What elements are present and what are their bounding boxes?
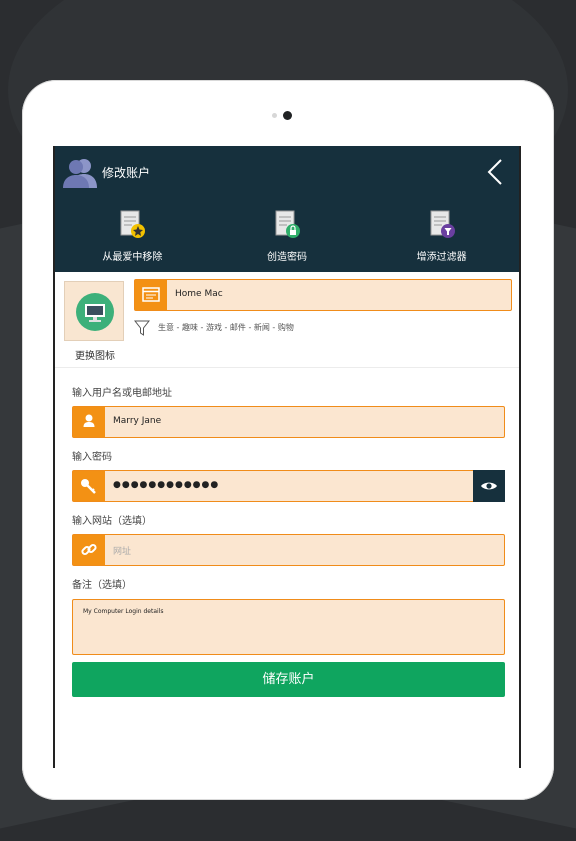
website-label: 输入网站（选填） [72,516,152,527]
toggle-password-visibility-button[interactable] [473,470,505,502]
account-name-prefix [135,280,167,310]
camera-dot [283,111,292,120]
add-filter-button[interactable]: 增添过滤器 [364,196,519,272]
back-chevron-icon[interactable] [485,158,505,186]
username-prefix [73,407,105,437]
filter-doc-icon [430,210,455,238]
window-icon [142,287,160,302]
sensor-dot [272,113,277,118]
add-filter-label: 增添过滤器 [416,252,467,263]
notes-value: My Computer Login details [83,608,164,615]
user-avatar-icon [63,159,97,188]
filter-funnel-icon [134,320,150,336]
password-value: ●●●●●●●●●●●● [113,480,220,490]
key-icon [81,479,96,494]
create-password-button[interactable]: 创造密码 [210,196,365,272]
password-field[interactable]: ●●●●●●●●●●●● [72,470,505,502]
account-name-value: Home Mac [175,289,223,299]
change-icon-label[interactable]: 更换图标 [64,347,126,362]
remove-favorite-button[interactable]: 从最爱中移除 [55,196,210,272]
header-top: 修改账户 [55,146,519,196]
link-icon [81,543,97,556]
section-divider [55,367,519,368]
filter-tags-text: 生意 - 趣味 - 游戏 - 邮件 - 新闻 - 购物 [158,323,294,332]
password-label: 输入密码 [72,452,112,463]
username-label: 输入用户名或电邮地址 [72,388,172,399]
account-icon-picker[interactable] [64,281,124,341]
website-placeholder: 网址 [113,547,132,557]
account-name-field[interactable]: Home Mac [134,279,512,311]
notes-textarea[interactable]: My Computer Login details [72,599,505,655]
website-prefix [73,535,105,565]
page-title: 修改账户 [102,166,151,180]
create-password-label: 创造密码 [267,252,307,263]
computer-icon-badge [76,293,114,331]
password-prefix [73,471,105,501]
username-value: Marry Jane [113,416,162,426]
action-bar: 从最爱中移除 创造密码 增添过滤器 [55,196,519,272]
app-screen: 修改账户 从最爱中移除 创造密码 增添过滤器 更换图标 Home Mac 生意 … [53,146,521,768]
computer-icon [85,304,105,322]
user-icon [83,414,95,427]
notes-label: 备注（选填） [72,580,132,591]
website-field[interactable]: 网址 [72,534,505,566]
save-account-button[interactable]: 储存账户 [72,662,505,697]
header-bar: 修改账户 从最爱中移除 创造密码 增添过滤器 [55,146,519,272]
favorite-star-doc-icon [120,210,146,238]
username-field[interactable]: Marry Jane [72,406,505,438]
lock-doc-icon [275,210,300,238]
eye-icon [481,482,497,490]
remove-favorite-label: 从最爱中移除 [102,252,163,263]
